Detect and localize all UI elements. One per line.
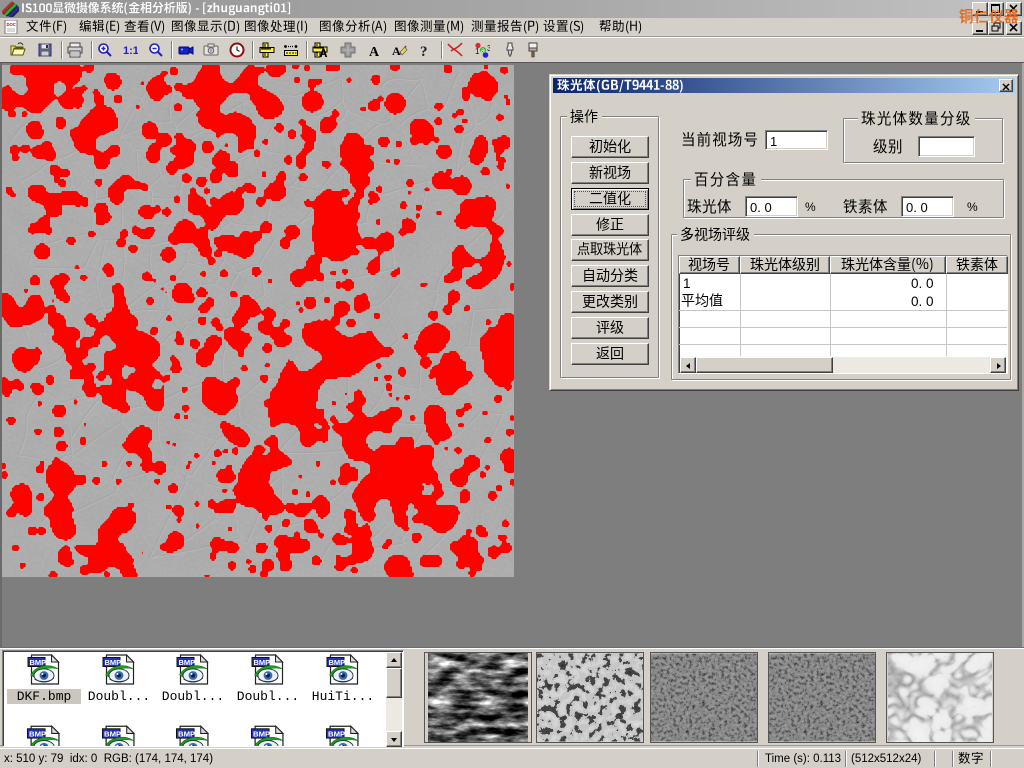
svg-text:DOC: DOC <box>7 22 16 27</box>
svg-text:3: 3 <box>487 44 490 53</box>
svg-text:1:1: 1:1 <box>123 45 138 57</box>
svg-text:?: ? <box>420 44 428 58</box>
svg-text:A: A <box>392 44 401 58</box>
svg-text:1: 1 <box>475 47 480 56</box>
svg-text:A: A <box>369 45 380 58</box>
